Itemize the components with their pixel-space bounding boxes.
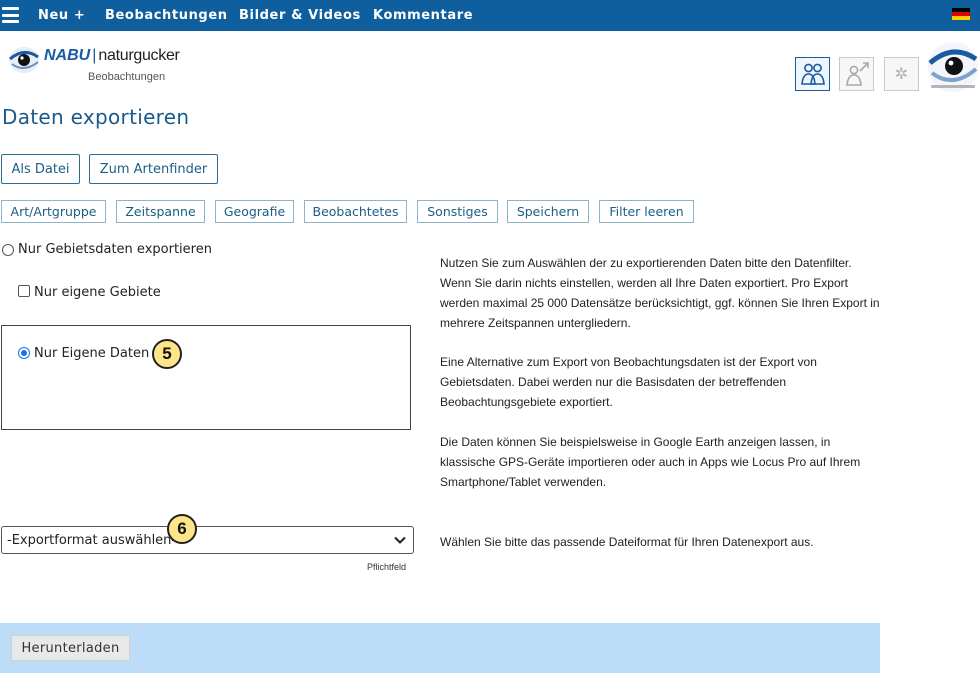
action-bar <box>0 623 880 673</box>
nav-item-new[interactable]: Neu + <box>38 8 85 23</box>
brand-name: NABU | naturgucker <box>44 47 180 64</box>
brand-naturgucker: naturgucker <box>98 47 180 64</box>
export-format-value: -Exportformat auswählen- <box>7 532 177 548</box>
filter-species-button[interactable]: Art/Artgruppe <box>1 200 106 223</box>
brand-subtitle: Beobachtungen <box>88 71 166 83</box>
step-marker-5: 5 <box>152 339 182 369</box>
avatar[interactable] <box>927 41 979 93</box>
own-data-radio[interactable] <box>18 347 30 359</box>
filter-other-button[interactable]: Sonstiges <box>417 200 498 223</box>
gear-icon[interactable]: ✲ <box>884 57 919 91</box>
download-button[interactable]: Herunterladen <box>11 635 130 661</box>
own-data-panel <box>1 325 411 430</box>
format-hint-text: Wählen Sie bitte das passende Dateiforma… <box>440 535 814 549</box>
own-areas-label[interactable]: Nur eigene Gebiete <box>34 285 161 300</box>
info-paragraph-usage: Die Daten können Sie beispielsweise in G… <box>440 435 861 489</box>
chevron-down-icon <box>394 536 406 544</box>
nav-item-comments[interactable]: Kommentare <box>373 8 473 23</box>
info-paragraph-datafilter: Nutzen Sie zum Auswählen der zu exportie… <box>440 256 880 330</box>
filter-save-button[interactable]: Speichern <box>507 200 589 223</box>
area-only-radio[interactable] <box>2 244 14 256</box>
filter-timespan-button[interactable]: Zeitspanne <box>116 200 205 223</box>
german-flag-icon[interactable] <box>952 8 970 20</box>
nav-item-observations[interactable]: Beobachtungen <box>105 8 228 23</box>
brand-nabu: NABU <box>44 47 91 64</box>
export-format-select[interactable]: -Exportformat auswählen- <box>1 526 414 554</box>
info-paragraph-area-export: Eine Alternative zum Export von Beobacht… <box>440 355 817 409</box>
nav-item-media[interactable]: Bilder & Videos <box>239 8 361 23</box>
naturgucker-eye-logo[interactable] <box>8 45 40 75</box>
own-data-label[interactable]: Nur Eigene Daten <box>34 346 149 361</box>
menu-icon[interactable] <box>2 7 19 23</box>
as-file-button[interactable]: Als Datei <box>1 154 80 184</box>
users-icon[interactable] <box>795 57 830 91</box>
share-user-icon[interactable] <box>839 57 874 91</box>
filter-clear-button[interactable]: Filter leeren <box>599 200 694 223</box>
filter-observed-button[interactable]: Beobachtetes <box>304 200 407 223</box>
top-navigation-bar: Neu + Beobachtungen Bilder & Videos Komm… <box>0 0 980 31</box>
page-title: Daten exportieren <box>2 105 190 129</box>
filter-geography-button[interactable]: Geografie <box>215 200 294 223</box>
area-only-label[interactable]: Nur Gebietsdaten exportieren <box>18 242 212 257</box>
required-field-label: Pflichtfeld <box>367 562 407 572</box>
step-marker-6: 6 <box>167 514 197 544</box>
to-artenfinder-button[interactable]: Zum Artenfinder <box>89 154 218 184</box>
own-areas-checkbox[interactable] <box>18 285 30 297</box>
